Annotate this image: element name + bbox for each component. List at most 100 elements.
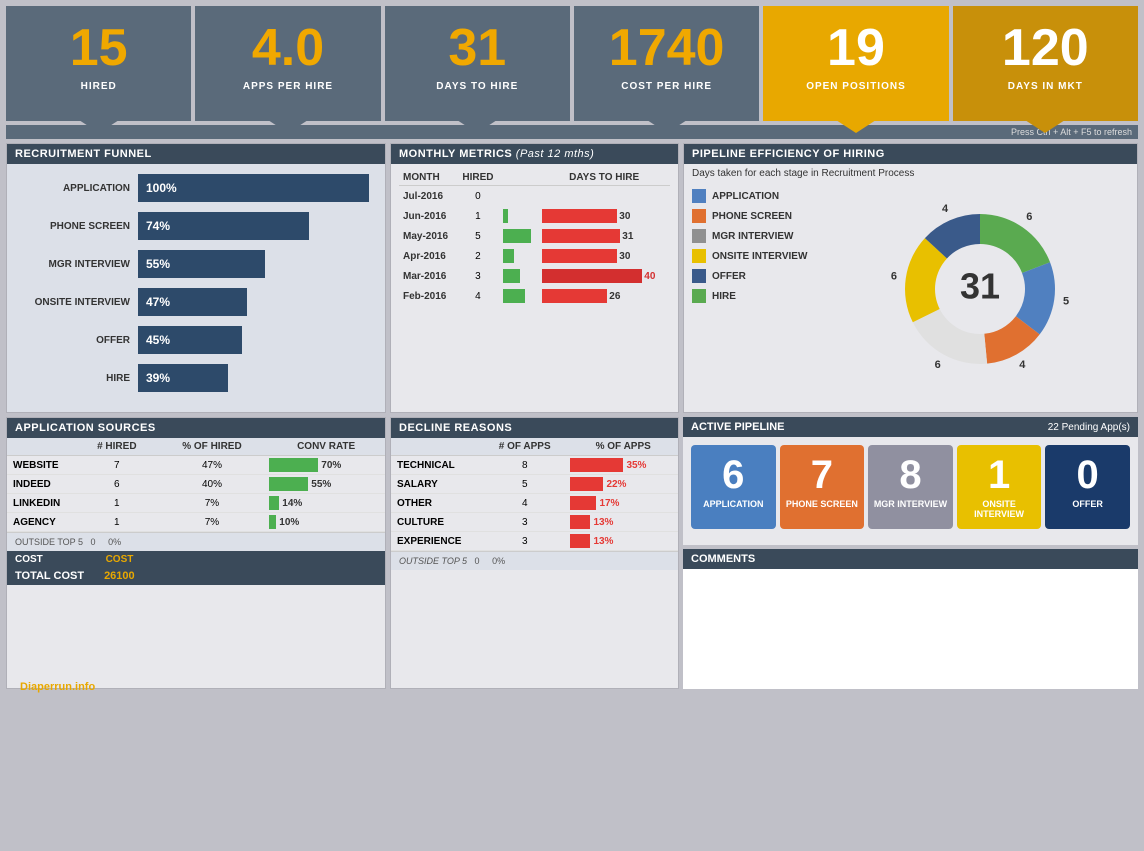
pipeline-card-orange: 7 PHONE SCREEN [780, 445, 865, 529]
month-cell: Mar-2016 [399, 266, 457, 286]
decline-body: # OF APPS % OF APPS TECHNICAL 8 35% SALA… [391, 438, 678, 570]
funnel-row: ONSITE INTERVIEW 47% [23, 288, 369, 316]
metrics-row: Apr-2016 2 30 [399, 246, 670, 266]
funnel-bar: 55% [138, 250, 265, 278]
pipeline-efficiency-panel: PIPELINE EFFICIENCY OF HIRING Days taken… [683, 143, 1138, 413]
reason-pct: 13% [568, 532, 678, 551]
cost-row: TOTAL COST 26100 [7, 568, 385, 585]
comments-title: COMMENTS [691, 553, 755, 565]
decline-row: CULTURE 3 13% [391, 513, 678, 532]
legend-item: APPLICATION [692, 189, 822, 203]
pipeline-card-yellow: 1ONSITEINTERVIEW [957, 445, 1042, 529]
funnel-row: APPLICATION 100% [23, 174, 369, 202]
decline-title: DECLINE REASONS [399, 422, 512, 434]
funnel-body: APPLICATION 100% PHONE SCREEN 74% MGR IN… [7, 164, 385, 412]
refresh-bar: Press Ctrl + Alt + F5 to refresh [6, 125, 1138, 139]
col-pct: % OF APPS [568, 438, 678, 456]
decline-row: OTHER 4 17% [391, 494, 678, 513]
right-col: ACTIVE PIPELINE 22 Pending App(s) 6APPLI… [683, 417, 1138, 689]
funnel-label: APPLICATION [23, 183, 138, 194]
sources-footer: OUTSIDE TOP 5 0 0% [7, 532, 385, 551]
cost-label: COST [15, 554, 43, 565]
reason-apps: 3 [481, 513, 568, 532]
col-conv: CONV RATE [267, 438, 385, 456]
month-cell: Jul-2016 [399, 186, 457, 207]
pipeline-title: PIPELINE EFFICIENCY OF HIRING [692, 148, 885, 160]
month-cell: Jun-2016 [399, 206, 457, 226]
hired-num: 0 [457, 186, 500, 207]
sources-row: INDEED 6 40% 55% [7, 475, 385, 494]
sources-body: # HIRED % OF HIRED CONV RATE WEBSITE 7 4… [7, 438, 385, 551]
active-pipeline-section: ACTIVE PIPELINE 22 Pending App(s) 6APPLI… [683, 417, 1138, 545]
pipeline-card-num: 7 [811, 455, 833, 495]
cost-bar-label: COST [106, 554, 134, 565]
pipeline-card-label: PHONE SCREEN [786, 499, 858, 509]
active-pipeline-header: ACTIVE PIPELINE 22 Pending App(s) [683, 417, 1138, 437]
hired-bar-cell [499, 226, 538, 246]
decline-footer-label: OUTSIDE TOP 5 [399, 556, 467, 566]
comments-body [683, 569, 1138, 689]
donut-center-value: 31 [959, 266, 999, 307]
legend-item: PHONE SCREEN [692, 209, 822, 223]
source-conv: 55% [267, 475, 385, 494]
metrics-table: MONTH HIRED DAYS TO HIRE Jul-2016 0 Jun-… [399, 170, 670, 306]
col-apps: # OF APPS [481, 438, 568, 456]
kpi-card-hired: 15HIRED [6, 6, 191, 121]
source-hired: 1 [77, 513, 157, 532]
metrics-header: MONTHLY METRICS (Past 12 mths) [391, 144, 678, 164]
pipeline-cards: 6APPLICATION7PHONE SCREEN8MGR INTERVIEW1… [683, 437, 1138, 537]
funnel-bar-wrap: 100% [138, 174, 369, 202]
decline-footer-val1: 0 [475, 556, 480, 566]
hired-num: 2 [457, 246, 500, 266]
legend-item: ONSITE INTERVIEW [692, 249, 822, 263]
legend-label: HIRE [712, 291, 736, 302]
comments-header: COMMENTS [683, 549, 1138, 569]
hired-num: 5 [457, 226, 500, 246]
legend-label: OFFER [712, 271, 746, 282]
hired-num: 3 [457, 266, 500, 286]
pipeline-card-label: OFFER [1072, 499, 1103, 509]
funnel-label: PHONE SCREEN [23, 221, 138, 232]
reason-apps: 5 [481, 475, 568, 494]
sources-row: LINKEDIN 1 7% 14% [7, 494, 385, 513]
month-cell: May-2016 [399, 226, 457, 246]
col-pct-hired: % OF HIRED [157, 438, 268, 456]
legend-color [692, 269, 706, 283]
funnel-title: RECRUITMENT FUNNEL [15, 148, 152, 160]
reason-apps: 3 [481, 532, 568, 551]
reason-name: EXPERIENCE [391, 532, 481, 551]
funnel-header: RECRUITMENT FUNNEL [7, 144, 385, 164]
source-name: WEBSITE [7, 456, 77, 475]
donut-segment [912, 309, 986, 364]
cost-section: COST COST [7, 551, 385, 568]
funnel-row: PHONE SCREEN 74% [23, 212, 369, 240]
hired-bar-cell [499, 186, 538, 207]
decline-table: # OF APPS % OF APPS TECHNICAL 8 35% SALA… [391, 438, 678, 551]
total-cost-val: 26100 [104, 570, 135, 582]
funnel-label: HIRE [23, 373, 138, 384]
source-hired: 7 [77, 456, 157, 475]
legend-color [692, 189, 706, 203]
source-hired: 1 [77, 494, 157, 513]
metrics-row: Feb-2016 4 26 [399, 286, 670, 306]
svg-text:6: 6 [934, 359, 940, 371]
metrics-row: Jun-2016 1 30 [399, 206, 670, 226]
pipeline-card-dark-blue: 0OFFER [1045, 445, 1130, 529]
kpi-card-days-to-hire: 31DAYS TO HIRE [385, 6, 570, 121]
hired-bar-cell [499, 266, 538, 286]
sources-title: APPLICATION SOURCES [15, 422, 156, 434]
metrics-title: MONTHLY METRICS [399, 148, 512, 160]
watermark: Diaperrun.info [16, 681, 1144, 693]
source-pct: 7% [157, 494, 268, 513]
svg-text:4: 4 [1019, 359, 1026, 371]
metrics-row: Jul-2016 0 [399, 186, 670, 207]
app-sources-panel: APPLICATION SOURCES # HIRED % OF HIRED C… [6, 417, 386, 689]
legend-label: PHONE SCREEN [712, 211, 792, 222]
source-pct: 40% [157, 475, 268, 494]
legend-color [692, 229, 706, 243]
source-pct: 47% [157, 456, 268, 475]
decline-footer: OUTSIDE TOP 5 0 0% [391, 551, 678, 570]
funnel-bar: 45% [138, 326, 242, 354]
legend-color [692, 249, 706, 263]
month-cell: Feb-2016 [399, 286, 457, 306]
